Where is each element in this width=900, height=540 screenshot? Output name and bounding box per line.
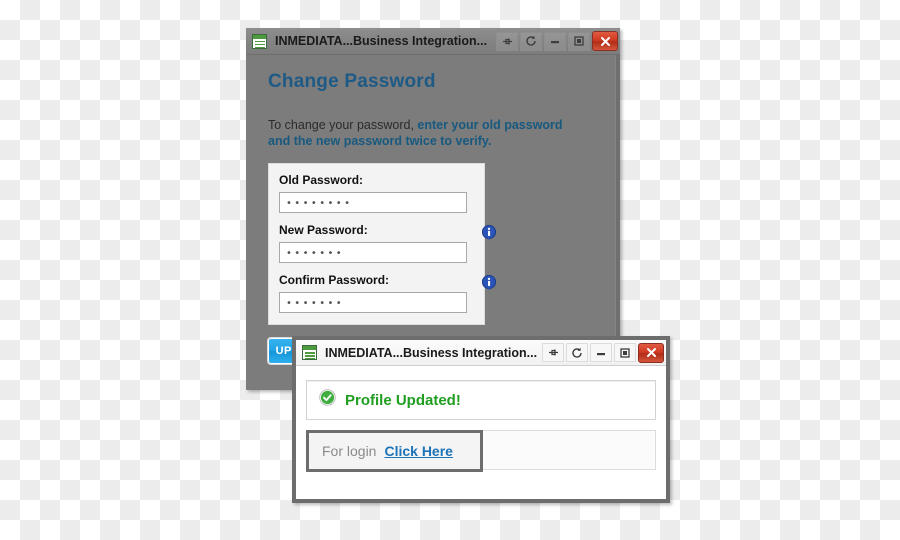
maximize-icon[interactable] — [568, 31, 590, 51]
instructions: To change your password, enter your old … — [268, 117, 570, 149]
page-title: Change Password — [268, 71, 436, 92]
profile-updated-body: Profile Updated! For login Click Here — [296, 366, 666, 472]
titlebar[interactable]: INMEDIATA...Business Integration... — [296, 340, 666, 366]
click-here-link[interactable]: Click Here — [384, 443, 452, 459]
minimize-icon[interactable] — [544, 31, 566, 51]
window-title: INMEDIATA...Business Integration... — [275, 34, 488, 48]
confirm-password-info-icon[interactable] — [481, 274, 497, 292]
login-row: For login Click Here — [306, 430, 656, 472]
new-password-info-icon[interactable] — [481, 224, 497, 242]
pin-icon[interactable] — [496, 31, 518, 51]
window-controls — [542, 342, 664, 363]
instructions-lead: To change your password, — [268, 118, 418, 132]
confirm-password-field: Confirm Password: ••••••• — [279, 273, 497, 313]
status-banner: Profile Updated! — [306, 380, 656, 420]
titlebar[interactable]: INMEDIATA...Business Integration... — [246, 28, 620, 55]
pin-icon[interactable] — [542, 343, 564, 362]
window-controls — [496, 31, 618, 51]
old-password-field: Old Password: •••••••• — [279, 173, 474, 213]
close-icon[interactable] — [638, 342, 664, 363]
new-password-field: New Password: ••••••• — [279, 223, 497, 263]
success-check-icon — [319, 389, 336, 411]
profile-updated-window: INMEDIATA...Business Integration... Prof… — [292, 336, 670, 503]
login-label: For login — [322, 443, 377, 459]
window-title: INMEDIATA...Business Integration... — [325, 345, 538, 360]
minimize-icon[interactable] — [590, 343, 612, 362]
login-cell[interactable]: For login Click Here — [306, 430, 483, 472]
old-password-input[interactable]: •••••••• — [279, 192, 467, 213]
document-list-icon — [302, 345, 317, 360]
password-form-panel: Old Password: •••••••• New Password: •••… — [268, 163, 497, 325]
document-list-icon — [252, 33, 267, 49]
refresh-icon[interactable] — [566, 343, 588, 362]
new-password-label: New Password: — [279, 223, 368, 237]
new-password-input[interactable]: ••••••• — [279, 242, 467, 263]
status-text: Profile Updated! — [345, 391, 461, 409]
old-password-label: Old Password: — [279, 173, 364, 187]
maximize-icon[interactable] — [614, 343, 636, 362]
confirm-password-label: Confirm Password: — [279, 273, 390, 287]
confirm-password-input[interactable]: ••••••• — [279, 292, 467, 313]
refresh-icon[interactable] — [520, 31, 542, 51]
close-icon[interactable] — [592, 31, 618, 51]
